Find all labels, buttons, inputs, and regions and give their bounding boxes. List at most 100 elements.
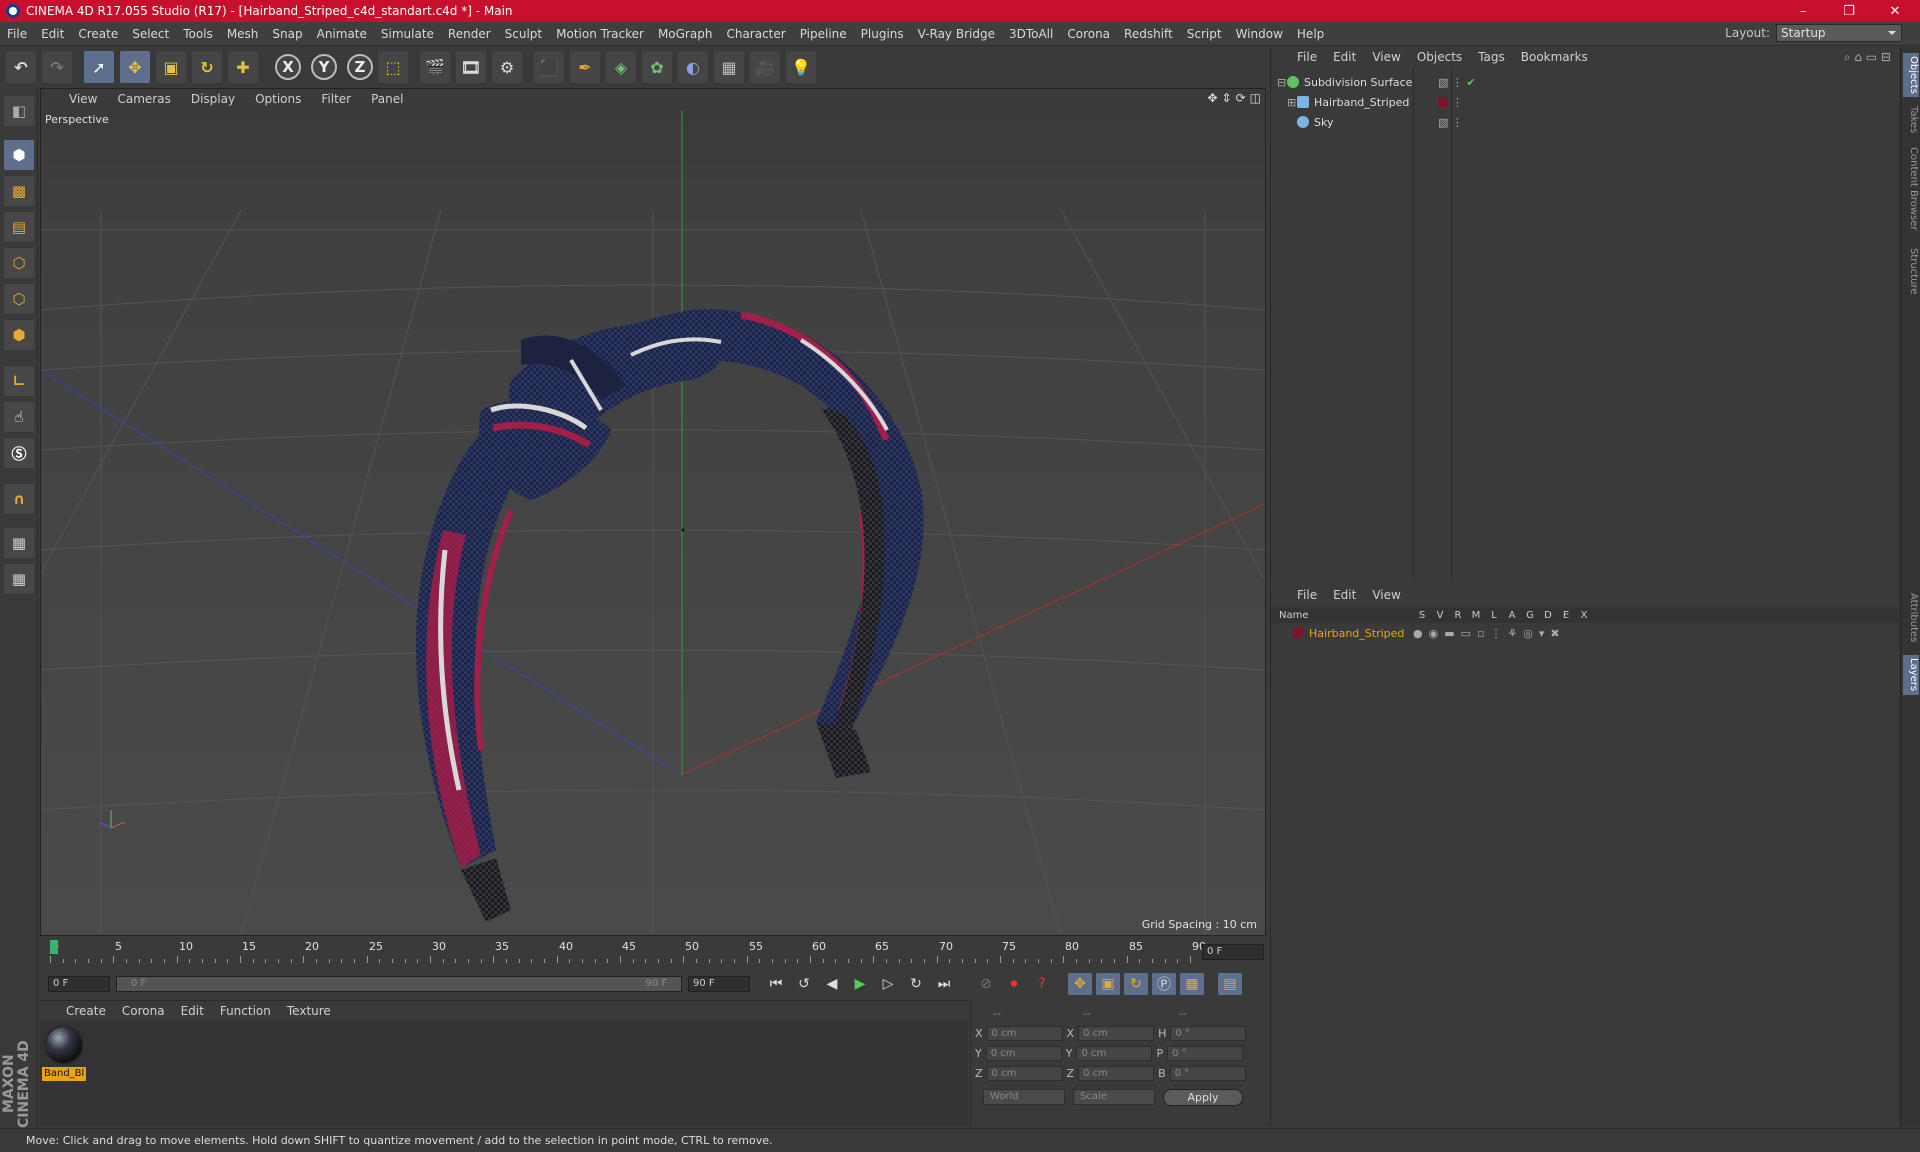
menu-edit[interactable]: Edit xyxy=(34,27,71,41)
timeline-window-icon[interactable]: ▤ xyxy=(1218,973,1242,995)
object-menu-bookmarks[interactable]: Bookmarks xyxy=(1513,50,1596,64)
menu-mograph[interactable]: MoGraph xyxy=(651,27,720,41)
material-menu-create[interactable]: Create xyxy=(58,1004,114,1018)
tab-content-browser[interactable]: Content Browser xyxy=(1903,143,1919,235)
render-settings-icon[interactable]: ⚙ xyxy=(492,51,522,83)
layer-color-swatch[interactable] xyxy=(1293,628,1303,638)
layer-row[interactable]: Hairband_Striped ●◉▬▭▫⋮⚘◎▾✖ xyxy=(1271,625,1899,641)
transform-tool-icon[interactable]: ✚ xyxy=(228,51,258,83)
menu-script[interactable]: Script xyxy=(1180,27,1229,41)
material-menu-corona[interactable]: Corona xyxy=(114,1004,173,1018)
previous-key-icon[interactable]: ↺ xyxy=(792,973,816,995)
render-picture-viewer-icon[interactable]: 🎞 xyxy=(456,51,486,83)
menu-snap[interactable]: Snap xyxy=(265,27,309,41)
key-pla-icon[interactable]: ▦ xyxy=(1180,973,1204,995)
rotation-p-field[interactable]: 0 ° xyxy=(1167,1045,1244,1061)
coordinate-system-icon[interactable]: ⬚ xyxy=(378,51,408,83)
menu-motion-tracker[interactable]: Motion Tracker xyxy=(549,27,651,41)
menu-vray-bridge[interactable]: V-Ray Bridge xyxy=(911,27,1002,41)
viewport-menu-filter[interactable]: Filter xyxy=(311,92,361,106)
menu-character[interactable]: Character xyxy=(719,27,792,41)
menu-create[interactable]: Create xyxy=(71,27,125,41)
cloner-icon[interactable]: ✿ xyxy=(642,51,672,83)
material-menu-edit[interactable]: Edit xyxy=(173,1004,212,1018)
menu-render[interactable]: Render xyxy=(441,27,498,41)
menu-select[interactable]: Select xyxy=(125,27,176,41)
position-x-field[interactable]: 0 cm xyxy=(986,1025,1063,1041)
object-row-hairband[interactable]: ⊞ Hairband_Striped ⋮ xyxy=(1277,93,1897,111)
object-menu-objects[interactable]: Objects xyxy=(1409,50,1470,64)
object-menu-file[interactable]: File xyxy=(1289,50,1325,64)
redo-icon[interactable]: ↷ xyxy=(42,51,72,83)
toggle-view-icon[interactable]: ◫ xyxy=(1250,91,1261,105)
deformer-icon[interactable]: ◐ xyxy=(678,51,708,83)
previous-frame-icon[interactable]: ◀ xyxy=(820,973,844,995)
make-editable-icon[interactable]: ◧ xyxy=(4,96,34,126)
layout-dropdown[interactable]: Startup xyxy=(1776,24,1902,42)
rotate-tool-icon[interactable]: ↻ xyxy=(192,51,222,83)
size-mode-dropdown[interactable]: Scale xyxy=(1073,1089,1155,1105)
play-icon[interactable]: ▶ xyxy=(848,973,872,995)
tab-structure[interactable]: Structure xyxy=(1903,243,1919,299)
object-row-subdivision[interactable]: ⊟ Subdivision Surface ▧ ⋮ ✔ xyxy=(1277,73,1897,91)
visibility-icon[interactable]: ⋮ xyxy=(1452,96,1463,109)
apply-button[interactable]: Apply xyxy=(1163,1088,1243,1106)
timeline-ruler[interactable]: 051015202530354045505560657075808590 xyxy=(48,938,1206,964)
layer-menu-file[interactable]: File xyxy=(1289,588,1325,602)
autokey-icon[interactable]: ⏺ xyxy=(1002,973,1026,995)
key-scale-icon[interactable]: ▣ xyxy=(1096,973,1120,995)
position-z-field[interactable]: 0 cm xyxy=(986,1065,1063,1081)
position-y-field[interactable]: 0 cm xyxy=(985,1045,1062,1061)
menu-animate[interactable]: Animate xyxy=(310,27,374,41)
record-key-icon[interactable]: ⊘ xyxy=(974,973,998,995)
key-position-icon[interactable]: ✥ xyxy=(1068,973,1092,995)
start-frame-field[interactable]: 0 F xyxy=(48,976,110,992)
model-mode-icon[interactable]: ⬢ xyxy=(4,140,34,170)
material-menu-texture[interactable]: Texture xyxy=(279,1004,339,1018)
axis-x-button[interactable]: X xyxy=(275,54,301,80)
menu-window[interactable]: Window xyxy=(1229,27,1290,41)
tab-attributes[interactable]: Attributes xyxy=(1903,587,1919,649)
next-key-icon[interactable]: ↻ xyxy=(904,973,928,995)
floor-icon[interactable]: ▦ xyxy=(714,51,744,83)
material-menu-function[interactable]: Function xyxy=(212,1004,279,1018)
tab-layers[interactable]: Layers xyxy=(1903,655,1919,695)
key-parameter-icon[interactable]: Ⓟ xyxy=(1152,973,1176,995)
coordinate-space-dropdown[interactable]: World xyxy=(983,1089,1065,1105)
light-icon[interactable]: 💡 xyxy=(786,51,816,83)
menu-pipeline[interactable]: Pipeline xyxy=(793,27,854,41)
viewport-menu-panel[interactable]: Panel xyxy=(361,92,413,106)
subdivision-icon[interactable]: ◈ xyxy=(606,51,636,83)
menu-corona[interactable]: Corona xyxy=(1060,27,1117,41)
layer-menu-edit[interactable]: Edit xyxy=(1325,588,1364,602)
menu-plugins[interactable]: Plugins xyxy=(854,27,911,41)
workplane-icon[interactable]: ▤ xyxy=(4,212,34,242)
spline-pen-icon[interactable]: ✒ xyxy=(570,51,600,83)
key-rotation-icon[interactable]: ↻ xyxy=(1124,973,1148,995)
axis-y-button[interactable]: Y xyxy=(311,54,337,80)
menu-help[interactable]: Help xyxy=(1290,27,1331,41)
keyframe-selection-icon[interactable]: ? xyxy=(1030,973,1054,995)
snap-magnet-icon[interactable]: ∩ xyxy=(4,484,34,514)
viewport-menu-view[interactable]: View xyxy=(59,92,107,106)
planar-workplane-icon[interactable]: ▦ xyxy=(4,564,34,594)
tab-objects[interactable]: Objects xyxy=(1903,53,1919,97)
dolly-icon[interactable]: ⇕ xyxy=(1222,91,1232,105)
visibility-icon[interactable]: ▧ ⋮ ✔ xyxy=(1438,76,1476,89)
axis-mode-icon[interactable]: ∟ xyxy=(4,366,34,396)
scale-tool-icon[interactable]: ▣ xyxy=(156,51,186,83)
object-menu-tags[interactable]: Tags xyxy=(1470,50,1513,64)
pan-icon[interactable]: ✥ xyxy=(1207,91,1217,105)
object-row-sky[interactable]: Sky ▧ ⋮ xyxy=(1277,113,1897,131)
layer-menu-view[interactable]: View xyxy=(1364,588,1408,602)
size-z-field[interactable]: 0 cm xyxy=(1078,1065,1155,1081)
object-menu-edit[interactable]: Edit xyxy=(1325,50,1364,64)
layer-color-icon[interactable] xyxy=(1438,97,1448,107)
current-frame-field[interactable]: 0 F xyxy=(1202,944,1264,960)
solo-mode-icon[interactable]: Ⓢ xyxy=(4,438,34,468)
collapse-icon[interactable]: ⊟ xyxy=(1277,76,1287,89)
perspective-viewport[interactable]: View Cameras Display Options Filter Pane… xyxy=(40,88,1266,936)
menu-file[interactable]: File xyxy=(0,27,34,41)
edges-mode-icon[interactable]: ⬡ xyxy=(4,284,34,314)
tab-takes[interactable]: Takes xyxy=(1903,103,1919,137)
